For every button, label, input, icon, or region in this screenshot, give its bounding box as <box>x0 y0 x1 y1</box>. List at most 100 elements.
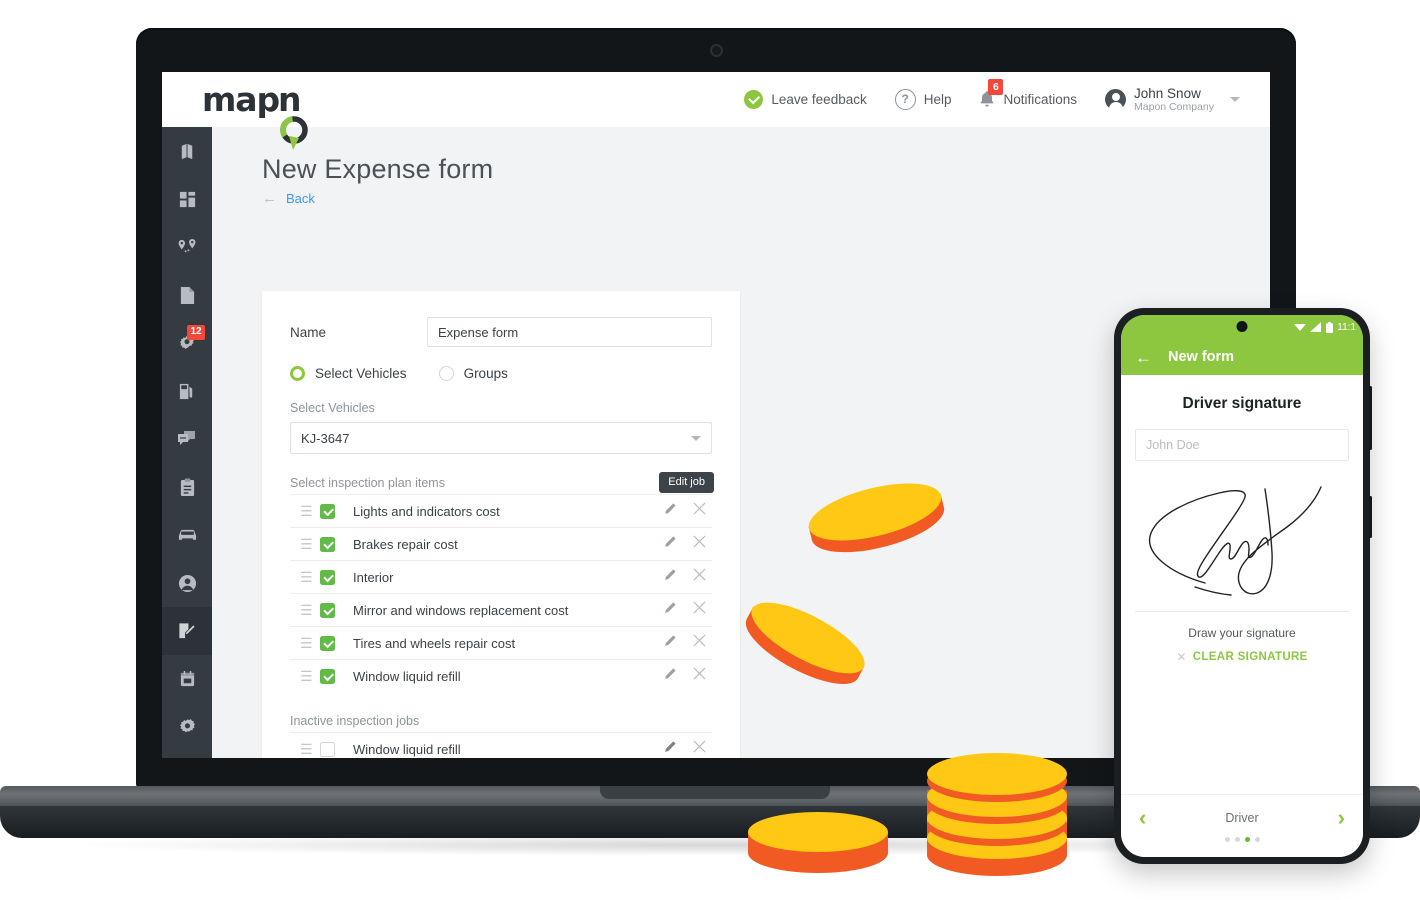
edit-icon[interactable] <box>663 502 677 521</box>
close-icon[interactable] <box>693 502 706 520</box>
item-checkbox[interactable] <box>320 536 335 552</box>
laptop-base-notch <box>600 786 830 799</box>
item-checkbox[interactable] <box>320 602 335 618</box>
notifications-button[interactable]: 6 Notifications <box>979 79 1077 108</box>
radio-groups[interactable]: Groups <box>438 366 508 381</box>
table-row[interactable]: ☰ Window liquid refill <box>290 659 712 692</box>
close-icon: ✕ <box>1176 650 1187 664</box>
signature-hint: Draw your signature <box>1188 626 1296 640</box>
drag-handle-icon[interactable]: ☰ <box>300 669 320 683</box>
row-actions <box>663 535 712 554</box>
laptop-bottom-bezel <box>162 758 1270 788</box>
item-checkbox[interactable] <box>320 503 335 519</box>
sidebar-item-documents[interactable] <box>162 271 212 319</box>
phone-volume-button[interactable] <box>1369 386 1372 450</box>
edit-icon[interactable] <box>663 535 677 554</box>
edit-icon[interactable] <box>663 740 677 759</box>
drag-handle-icon[interactable]: ☰ <box>300 636 320 650</box>
user-menu[interactable]: John Snow Mapon Company <box>1105 86 1240 114</box>
name-input[interactable] <box>427 317 712 347</box>
sidebar-item-alerts[interactable]: 12 <box>162 319 212 367</box>
table-row[interactable]: ☰ Tires and wheels repair cost <box>290 626 712 659</box>
page-title: New Expense form <box>262 154 494 184</box>
item-checkbox[interactable] <box>320 668 335 684</box>
app-header: map n Leave feedback ? Help 6 Notificati… <box>162 72 1270 150</box>
user-company: Mapon Company <box>1134 101 1214 114</box>
sidebar-item-vehicles[interactable] <box>162 511 212 559</box>
sidebar-item-drivers[interactable] <box>162 559 212 607</box>
help-button[interactable]: ? Help <box>894 88 951 110</box>
back-link[interactable]: ← Back <box>262 191 1270 206</box>
item-checkbox[interactable] <box>320 569 335 585</box>
select-vehicles-dropdown[interactable]: KJ-3647 <box>290 422 712 454</box>
plan-items-list: ☰ Lights and indicators cost ☰ Brakes re… <box>290 494 712 692</box>
laptop-top-bezel <box>136 28 1296 72</box>
select-vehicles-value: KJ-3647 <box>301 430 350 446</box>
chevron-left-icon[interactable]: ‹ <box>1139 807 1146 829</box>
sidebar-item-map[interactable] <box>162 127 212 175</box>
table-row[interactable]: ☰ Brakes repair cost <box>290 527 712 560</box>
phone-device: 11:1 ← New form Driver signature John Do… <box>1114 308 1372 864</box>
drag-handle-icon[interactable]: ☰ <box>300 603 320 617</box>
close-icon[interactable] <box>693 535 706 553</box>
chevron-right-icon[interactable]: › <box>1338 807 1345 829</box>
close-icon[interactable] <box>693 740 706 758</box>
sidebar-item-forms[interactable] <box>162 607 212 655</box>
drag-handle-icon[interactable]: ☰ <box>300 504 320 518</box>
clear-signature-button[interactable]: ✕ CLEAR SIGNATURE <box>1135 650 1349 664</box>
sidebar-item-routes[interactable] <box>162 223 212 271</box>
name-field-row: Name <box>290 317 712 347</box>
edit-icon[interactable] <box>663 634 677 653</box>
drag-handle-icon[interactable]: ☰ <box>300 570 320 584</box>
drag-handle-icon[interactable]: ☰ <box>300 537 320 551</box>
signature-canvas[interactable] <box>1135 461 1349 611</box>
item-label: Tires and wheels repair cost <box>353 635 516 651</box>
sidebar-item-calendar[interactable] <box>162 655 212 703</box>
close-icon[interactable] <box>693 568 706 586</box>
phone-body: Driver signature John Doe Draw your sign… <box>1121 395 1363 664</box>
select-vehicles-label: Select Vehicles <box>290 401 375 415</box>
sidebar-item-dashboard[interactable] <box>162 175 212 223</box>
radio-select-vehicles[interactable]: Select Vehicles <box>290 366 407 381</box>
vehicle-source-radio-group: Select Vehicles Groups <box>290 366 712 381</box>
phone-app-bar: ← New form <box>1121 339 1363 375</box>
phone-footer: ‹ Driver › <box>1121 794 1363 857</box>
phone-screen: 11:1 ← New form Driver signature John Do… <box>1121 315 1363 857</box>
item-checkbox[interactable] <box>320 635 335 651</box>
edit-icon[interactable] <box>663 568 677 587</box>
mapon-logo[interactable]: map n <box>202 80 308 150</box>
drag-handle-icon[interactable]: ☰ <box>300 742 320 756</box>
radio-select-vehicles-label: Select Vehicles <box>315 366 407 381</box>
edit-icon[interactable] <box>663 601 677 620</box>
table-row[interactable]: ☰ Interior <box>290 560 712 593</box>
webcam-icon <box>709 43 723 57</box>
item-checkbox[interactable] <box>320 741 335 757</box>
table-row[interactable]: ☰ Mirror and windows replacement cost <box>290 593 712 626</box>
back-label: Back <box>286 191 315 206</box>
sidebar-item-fuel[interactable] <box>162 367 212 415</box>
item-label: Window liquid refill <box>353 668 461 684</box>
question-mark-icon: ? <box>894 88 916 110</box>
sidebar-item-settings[interactable] <box>162 703 212 751</box>
close-icon[interactable] <box>693 601 706 619</box>
close-icon[interactable] <box>693 634 706 652</box>
close-icon[interactable] <box>693 667 706 685</box>
page-dot <box>1224 837 1230 842</box>
list-item[interactable]: ☰ Window liquid refill <box>290 732 712 758</box>
edit-icon[interactable] <box>663 667 677 686</box>
logo-text: map <box>202 80 280 119</box>
user-info: John Snow Mapon Company <box>1134 86 1214 114</box>
arrow-left-icon[interactable]: ← <box>1135 349 1152 366</box>
sidebar-item-messages[interactable] <box>162 415 212 463</box>
item-label: Mirror and windows replacement cost <box>353 602 569 618</box>
phone-camera-icon <box>1236 321 1248 332</box>
inactive-jobs-label: Inactive inspection jobs <box>290 714 420 728</box>
sidebar-item-clipboard[interactable] <box>162 463 212 511</box>
arrow-left-icon: ← <box>262 190 277 207</box>
phone-power-button[interactable] <box>1369 496 1372 538</box>
sidebar-item-tachograph[interactable] <box>162 751 212 758</box>
leave-feedback-button[interactable]: Leave feedback <box>744 89 867 109</box>
phone-status-icons: 11:1 <box>1294 321 1356 333</box>
table-row[interactable]: ☰ Lights and indicators cost <box>290 494 712 527</box>
signer-name-input[interactable]: John Doe <box>1135 429 1349 461</box>
